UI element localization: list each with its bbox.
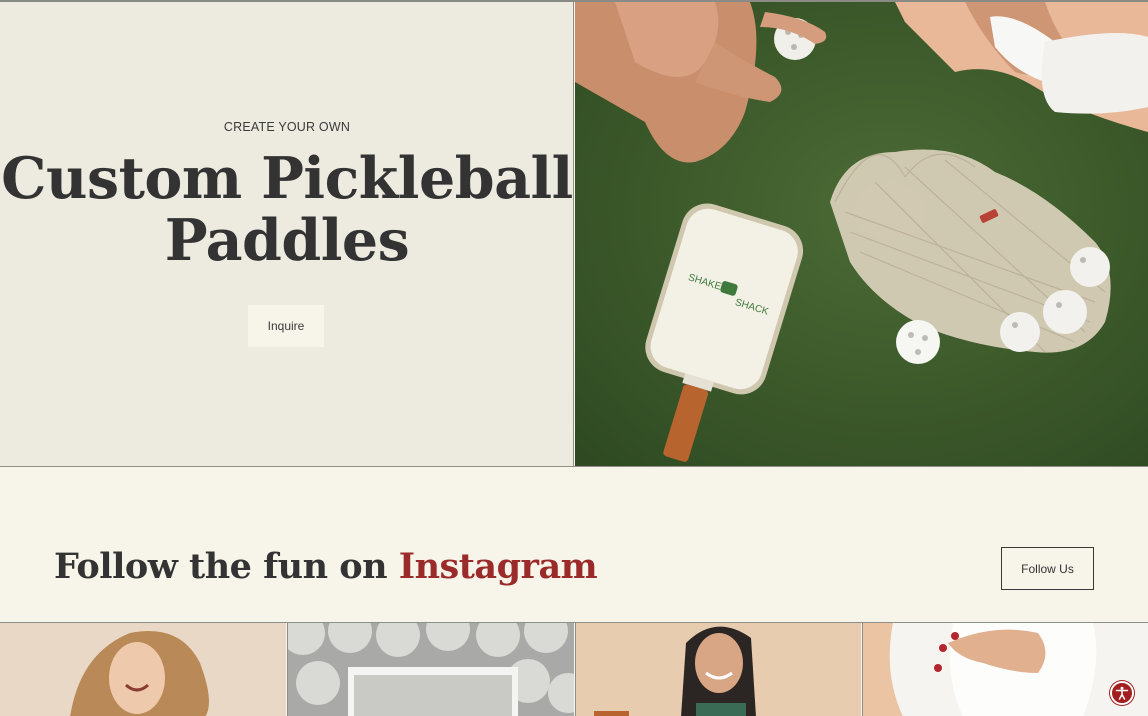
hero-section: CREATE YOUR OWN Custom Pickleball Paddle… bbox=[0, 2, 1148, 467]
pickleball-court-photo: SHAKE SHACK bbox=[575, 2, 1148, 466]
inquire-button[interactable]: Inquire bbox=[248, 305, 324, 347]
hero-title-line2: Paddles bbox=[164, 207, 410, 274]
instagram-post[interactable] bbox=[575, 623, 861, 716]
accessibility-icon bbox=[1115, 686, 1129, 700]
instagram-heading-accent: Instagram bbox=[398, 546, 598, 587]
follow-us-button[interactable]: Follow Us bbox=[1001, 547, 1094, 590]
instagram-heading: Follow the fun on Instagram bbox=[54, 546, 598, 587]
instagram-section: Follow the fun on Instagram Follow Us bbox=[0, 468, 1148, 622]
instagram-grid bbox=[0, 622, 1148, 716]
hero-title-line1: Custom Pickleball bbox=[1, 145, 573, 212]
instagram-heading-prefix: Follow the fun on bbox=[54, 546, 399, 587]
instagram-post[interactable] bbox=[0, 623, 286, 716]
hero-title: Custom Pickleball Paddles bbox=[0, 148, 574, 272]
instagram-post[interactable] bbox=[862, 623, 1148, 716]
hero-text-panel: CREATE YOUR OWN Custom Pickleball Paddle… bbox=[0, 2, 574, 466]
instagram-post[interactable] bbox=[287, 623, 574, 716]
hero-image: SHAKE SHACK bbox=[575, 2, 1148, 466]
accessibility-button[interactable] bbox=[1110, 681, 1134, 705]
hero-eyebrow: CREATE YOUR OWN bbox=[223, 120, 351, 134]
